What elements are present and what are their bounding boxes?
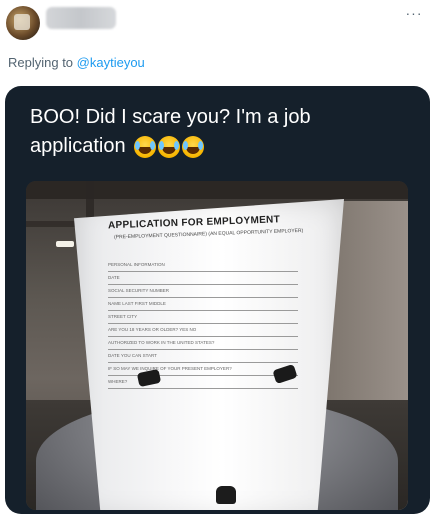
joy-emoji-icon <box>182 136 204 158</box>
form-field: SOCIAL SECURITY NUMBER <box>108 285 298 298</box>
form-field: NAME LAST FIRST MIDDLE <box>108 298 298 311</box>
joy-emoji-icon <box>158 136 180 158</box>
form-field: PERSONAL INFORMATION <box>108 259 298 272</box>
replying-to-label: Replying to <box>8 55 77 70</box>
form-field: DATE <box>108 272 298 285</box>
form-field: STREET CITY <box>108 311 298 324</box>
blurred-display-name[interactable] <box>46 7 116 29</box>
emoji-row <box>134 136 204 158</box>
quoted-tweet-text: BOO! Did I scare you? I'm a job applicat… <box>30 106 311 157</box>
joy-emoji-icon <box>134 136 156 158</box>
form-field: DATE YOU CAN START <box>108 350 298 363</box>
form-field: WHERE? <box>108 376 298 389</box>
form-field: AUTHORIZED TO WORK IN THE UNITED STATES? <box>108 337 298 350</box>
tweet-photo[interactable]: APPLICATION FOR EMPLOYMENT (PRE-EMPLOYME… <box>26 181 408 510</box>
form-fields: PERSONAL INFORMATION DATE SOCIAL SECURIT… <box>108 259 298 389</box>
more-horizontal-icon[interactable]: ··· <box>403 6 425 22</box>
form-field: ARE YOU 18 YEARS OR OLDER? YES NO <box>108 324 298 337</box>
quoted-tweet-card[interactable]: BOO! Did I scare you? I'm a job applicat… <box>5 86 430 514</box>
form-field: IF SO MAY WE INQUIRE OF YOUR PRESENT EMP… <box>108 363 298 376</box>
reply-handle-link[interactable]: @kaytieyou <box>77 55 145 70</box>
mouth-hole <box>216 486 236 504</box>
replying-to-line: Replying to @kaytieyou <box>8 55 145 70</box>
avatar[interactable] <box>6 6 40 40</box>
